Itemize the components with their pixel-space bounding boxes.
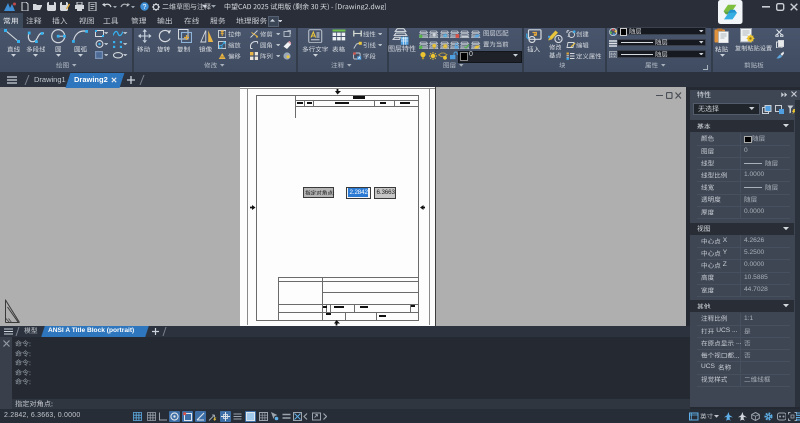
svg-text:?: ? [143,4,147,11]
